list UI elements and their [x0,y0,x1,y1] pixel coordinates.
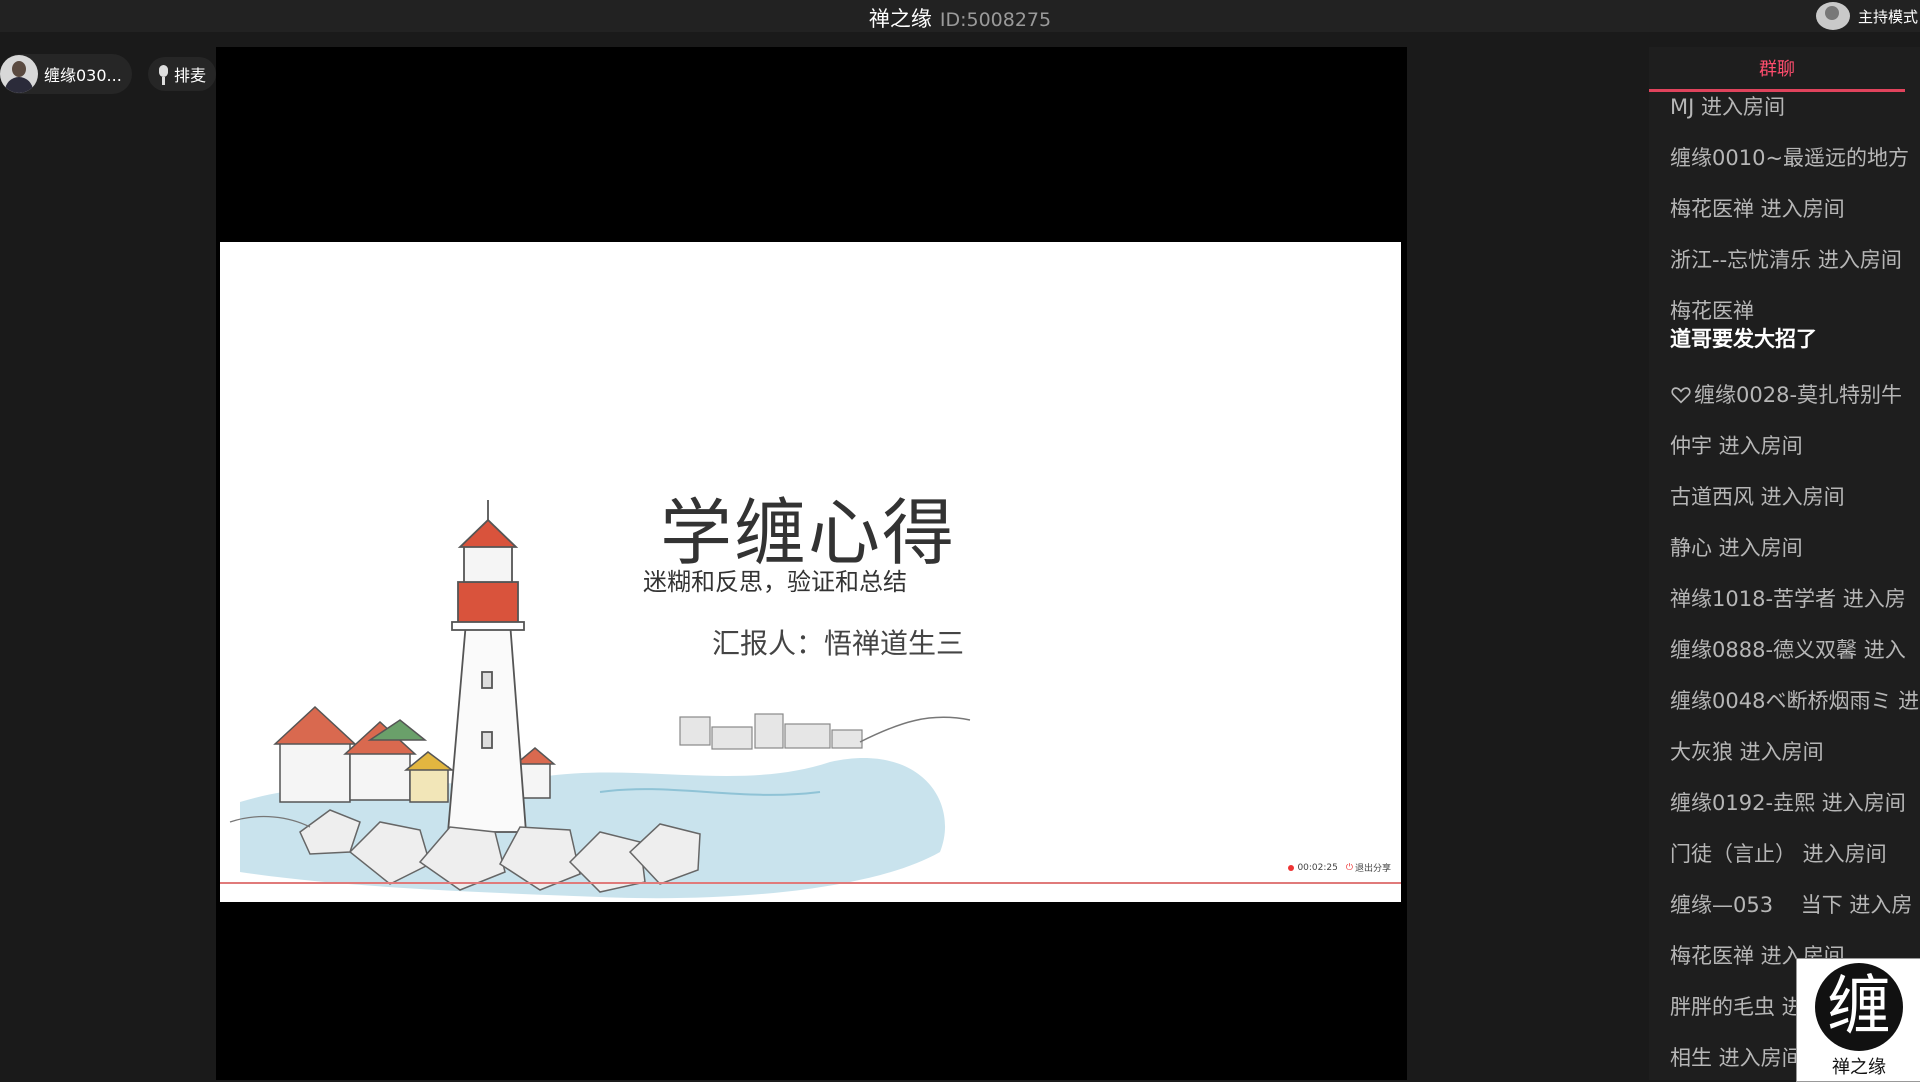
tab-group-chat-label: 群聊 [1759,59,1795,80]
chat-message: 大灰狼 进入房间 [1670,740,1824,764]
chat-message-content: 道哥要发大招了 [1670,327,1817,351]
chat-message: 浙江--忘忧清乐 进入房间 [1670,248,1902,272]
room-title: 禅之缘 ID:5008275 [0,3,1920,33]
host-mode-label: 主持模式 [1857,7,1918,26]
speaker-chip[interactable]: 缠缘030... [0,54,132,94]
chat-message: 缠缘0028-莫扎特别牛 [1649,381,1920,432]
recording-dot-icon [1288,864,1295,871]
logo-label: 禅之缘 [1832,1057,1886,1078]
heart-icon [1671,387,1691,404]
queue-mic-label: 排麦 [173,66,206,85]
share-toolbar: 00:02:25 ⏻ 退出分享 [1288,861,1391,874]
chat-message: 缠缘—053 当下 进入房 [1670,893,1913,917]
chat-message: 仲宇 进入房间 [1670,434,1803,458]
power-icon: ⏻ [1345,862,1353,873]
chat-message: 缠缘0010~最遥远的地方 [1670,146,1910,170]
chat-message: 缠缘0192-垚熙 进入房间 [1670,791,1906,815]
chat-message: MJ 进入房间 [1670,95,1785,119]
chat-message: 缠缘0048ベ断桥烟雨ミ 进 [1670,689,1920,713]
host-mode-button[interactable]: 主持模式 [1815,2,1920,30]
chat-message: 梅花医禅 道哥要发大招了 [1649,297,1920,381]
queue-mic-button[interactable]: 排麦 [148,57,216,91]
chat-message: 梅花医禅 进入房间 [1670,197,1845,221]
chat-message: 门徒（言止） 进入房间 [1670,842,1887,866]
chat-message: 静心 进入房间 [1670,536,1803,560]
slide-divider [220,882,1401,884]
exit-share-button[interactable]: ⏻ 退出分享 [1345,861,1391,875]
avatar [0,55,38,93]
slide-reporter: 汇报人：悟禅道生三 [712,627,965,660]
host-avatar [1815,2,1850,30]
tab-group-chat[interactable]: 群聊 [1649,47,1905,92]
recording-timer: 00:02:25 [1288,863,1338,873]
speaker-name: 缠缘030... [44,66,122,85]
top-bar: 禅之缘 ID:5008275 主持模式 [0,0,1920,32]
chat-message-list[interactable]: MJ 进入房间 缠缘0010~最遥远的地方 梅花医禅 进入房间 浙江--忘忧清乐… [1649,93,1920,1080]
room-name: 禅之缘 [868,7,932,31]
chat-message: 禅缘1018-苦学者 进入房 [1670,587,1906,611]
chat-message: 缠缘0888-德义双馨 进入 [1670,638,1906,662]
chat-message: 古道西风 进入房间 [1670,485,1845,509]
brand-logo: 缠 禅之缘 [1796,958,1920,1082]
logo-mark: 缠 [1815,963,1903,1051]
microphone-icon [158,65,168,85]
chat-panel: 群聊 MJ 进入房间 缠缘0010~最遥远的地方 梅花医禅 进入房间 浙江--忘… [1649,47,1920,1080]
slide-subtitle: 迷糊和反思，验证和总结 [643,568,907,596]
room-id: ID:5008275 [939,9,1052,31]
video-stage[interactable]: 学缠心得 迷糊和反思，验证和总结 汇报人：悟禅道生三 00:02:25 ⏻ 退出分… [216,47,1407,1080]
shared-slide: 学缠心得 迷糊和反思，验证和总结 汇报人：悟禅道生三 00:02:25 ⏻ 退出分… [220,242,1401,902]
